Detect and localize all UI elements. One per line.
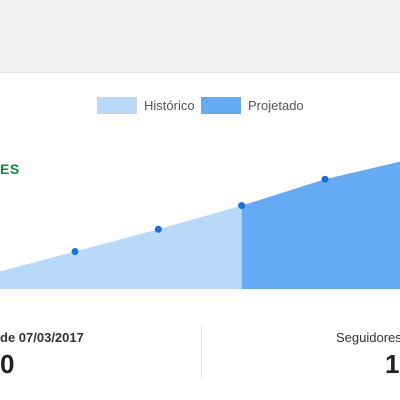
date-range-value: 0: [0, 349, 15, 379]
top-toolbar: [0, 0, 400, 73]
followers-label: Seguidores: [336, 330, 400, 345]
data-point[interactable]: [154, 225, 162, 233]
area-projetado: [241, 161, 400, 289]
data-point[interactable]: [71, 247, 79, 255]
followers-value: 12: [385, 349, 400, 379]
area-histrico: [0, 205, 242, 289]
data-point[interactable]: [238, 202, 246, 210]
legend-swatch-projetado: [201, 97, 241, 114]
data-point[interactable]: [321, 175, 329, 183]
legend-swatch-historico: [97, 97, 137, 114]
area-chart: [0, 161, 400, 289]
legend-item-projetado[interactable]: Projetado: [201, 97, 304, 114]
stats-divider: [201, 326, 202, 378]
date-range-label: de 07/03/2017: [0, 330, 84, 345]
legend-label-historico: Histórico: [144, 98, 195, 113]
stats-row: de 07/03/2017 0 Seguidores 12: [0, 318, 400, 400]
legend-item-historico[interactable]: Histórico: [97, 97, 195, 114]
legend-label-projetado: Projetado: [248, 98, 304, 113]
chart-legend: Histórico Projetado: [0, 97, 400, 117]
